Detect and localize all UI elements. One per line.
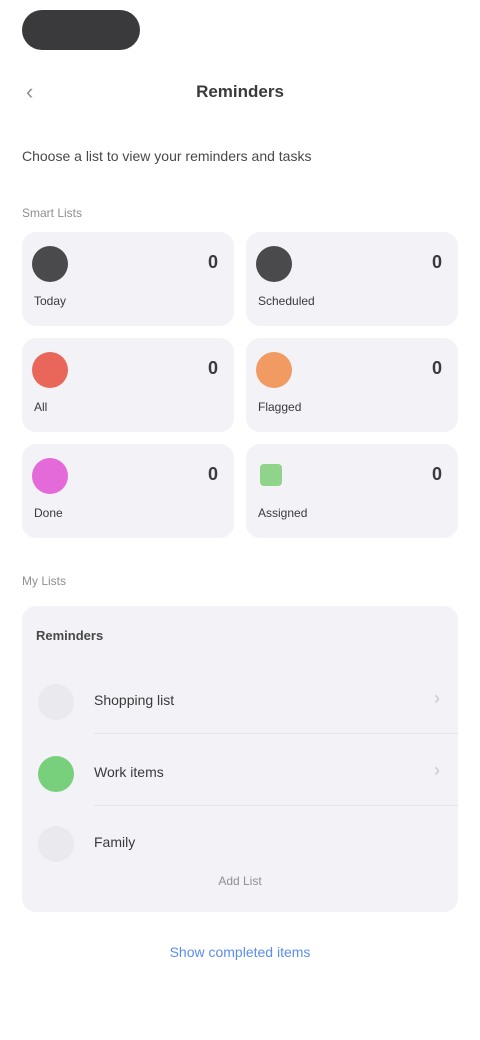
tile-count: 0 bbox=[431, 358, 442, 378]
show-completed-link[interactable]: Show completed items bbox=[0, 944, 480, 960]
list-group-header[interactable]: Reminders bbox=[36, 628, 103, 643]
tray-icon bbox=[32, 352, 68, 388]
chevron-right-icon: › bbox=[434, 688, 440, 708]
tile-label: Flagged bbox=[258, 400, 302, 414]
tile-label: Assigned bbox=[258, 506, 308, 520]
smart-list-tile-done[interactable]: 0 Done bbox=[22, 444, 234, 538]
smart-list-tile-flagged[interactable]: 0 Flagged bbox=[246, 338, 458, 432]
tile-count: 0 bbox=[207, 252, 218, 272]
list-bullet-icon bbox=[38, 756, 74, 792]
clock-icon bbox=[256, 246, 292, 282]
list-item-label: Family bbox=[94, 834, 136, 850]
smart-list-tile-today[interactable]: 0 Today bbox=[22, 232, 234, 326]
tile-label: Scheduled bbox=[258, 294, 315, 308]
tile-count: 0 bbox=[431, 464, 442, 484]
tile-count: 0 bbox=[431, 252, 442, 272]
tile-label: Today bbox=[34, 294, 67, 308]
person-icon bbox=[260, 464, 282, 486]
navigation-bar: ‹ Reminders bbox=[0, 72, 480, 112]
tile-label: All bbox=[34, 400, 48, 414]
list-item[interactable]: Shopping list › bbox=[22, 670, 458, 734]
list-bullet-icon bbox=[38, 684, 74, 720]
smart-list-tile-all[interactable]: 0 All bbox=[22, 338, 234, 432]
divider bbox=[94, 805, 458, 806]
page-title: Reminders bbox=[196, 82, 284, 101]
list-item[interactable]: Family bbox=[22, 812, 458, 876]
smart-lists-grid: 0 Today 0 Scheduled 0 All 0 Flagged 0 Do… bbox=[22, 232, 458, 538]
my-lists-card: Reminders Shopping list › Work items › F… bbox=[22, 606, 458, 912]
flag-icon bbox=[256, 352, 292, 388]
my-lists-label: My Lists bbox=[22, 574, 67, 588]
smart-list-tile-assigned[interactable]: 0 Assigned bbox=[246, 444, 458, 538]
tile-label: Done bbox=[34, 506, 63, 520]
smart-lists-label: Smart Lists bbox=[22, 206, 83, 220]
list-item[interactable]: Work items › bbox=[22, 742, 458, 806]
status-bar-pill bbox=[22, 10, 140, 50]
page-subtitle: Choose a list to view your reminders and… bbox=[22, 148, 312, 164]
calendar-icon bbox=[32, 246, 68, 282]
list-item-label: Work items bbox=[94, 764, 164, 780]
tile-count: 0 bbox=[207, 358, 218, 378]
tile-count: 0 bbox=[207, 464, 218, 484]
add-list-button[interactable]: Add List bbox=[22, 874, 458, 888]
divider bbox=[94, 733, 458, 734]
list-item-label: Shopping list bbox=[94, 692, 175, 708]
checkmark-icon bbox=[32, 458, 68, 494]
chevron-right-icon: › bbox=[434, 760, 440, 780]
smart-list-tile-scheduled[interactable]: 0 Scheduled bbox=[246, 232, 458, 326]
list-bullet-icon bbox=[38, 826, 74, 862]
